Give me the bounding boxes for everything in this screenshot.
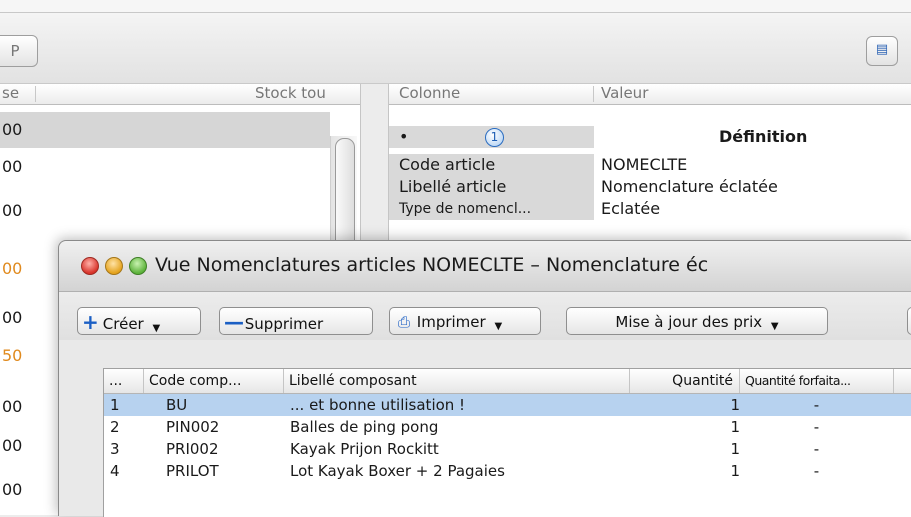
components-table: ... Code comp... Libellé composant Quant… bbox=[103, 368, 911, 517]
chevron-down-icon: ▼ bbox=[494, 321, 503, 332]
column-header-code[interactable]: Code comp... bbox=[144, 369, 284, 393]
cell-code: PRI002 bbox=[166, 440, 219, 458]
column-separator bbox=[35, 86, 36, 102]
number-badge-icon: 1 bbox=[485, 128, 504, 147]
print-button-label: Imprimer bbox=[416, 313, 486, 331]
property-key: Type de nomencl... bbox=[389, 198, 594, 220]
property-value: Nomenclature éclatée bbox=[601, 177, 778, 196]
column-separator bbox=[593, 86, 594, 102]
column-header-libelle[interactable]: Libellé composant bbox=[284, 369, 630, 393]
property-value: NOMECLTE bbox=[601, 155, 688, 174]
window-titlebar[interactable]: Vue Nomenclatures articles NOMECLTE – No… bbox=[59, 241, 911, 292]
cell-code: PIN002 bbox=[166, 418, 220, 436]
cell-quantite-forfait: - bbox=[813, 418, 820, 436]
nomenclature-window: Vue Nomenclatures articles NOMECLTE – No… bbox=[58, 240, 911, 517]
window-title: Vue Nomenclatures articles NOMECLTE – No… bbox=[155, 254, 709, 276]
chevron-down-icon: ▼ bbox=[152, 323, 161, 334]
cell-num: 2 bbox=[110, 418, 120, 436]
left-list-value: 00 bbox=[2, 157, 23, 176]
property-section-row[interactable]: • 1 Définition bbox=[389, 126, 911, 148]
property-row[interactable]: Type de nomencl... Eclatée bbox=[389, 198, 911, 220]
chevron-down-icon: ▼ bbox=[770, 321, 779, 332]
left-list-header-col1[interactable]: se bbox=[2, 84, 19, 102]
cell-libelle: Kayak Prijon Rockitt bbox=[290, 440, 439, 458]
left-list-value: 00 bbox=[2, 120, 23, 139]
create-button[interactable]: + Créer ▼ bbox=[77, 307, 201, 335]
update-prices-button[interactable]: Mise à jour des prix ▼ bbox=[566, 307, 828, 335]
minus-icon: — bbox=[224, 310, 244, 334]
section-title: Définition bbox=[719, 127, 808, 146]
left-list-value: 00 bbox=[2, 480, 23, 499]
table-row[interactable]: 2 PIN002 Balles de ping pong 1 - bbox=[104, 416, 911, 438]
column-header-quantite-forfait[interactable]: Quantité forfaita... bbox=[740, 369, 894, 393]
column-header-index[interactable]: ... bbox=[104, 369, 144, 393]
cell-libelle: ... et bonne utilisation ! bbox=[290, 396, 466, 414]
table-row[interactable]: 1 BU ... et bonne utilisation ! 1 - bbox=[104, 394, 911, 416]
left-list-header: se Stock tou bbox=[0, 84, 360, 105]
property-key: Libellé article bbox=[389, 176, 594, 198]
background-p-button[interactable]: P bbox=[0, 35, 38, 67]
property-key: Code article bbox=[389, 154, 594, 176]
plus-icon: + bbox=[82, 310, 99, 334]
cell-code: BU bbox=[166, 396, 188, 414]
cell-num: 4 bbox=[110, 462, 120, 480]
left-list-header-col2[interactable]: Stock tou bbox=[255, 84, 326, 102]
left-list-row[interactable]: 00 bbox=[0, 196, 330, 226]
left-list-row[interactable]: 00 bbox=[0, 149, 330, 185]
toolbar-overflow-button[interactable] bbox=[907, 307, 911, 335]
update-prices-button-label: Mise à jour des prix bbox=[615, 313, 763, 331]
create-button-label: Créer bbox=[102, 315, 144, 333]
column-header-quantite[interactable]: Quantité bbox=[630, 369, 740, 393]
left-list-value: 00 bbox=[2, 397, 23, 416]
cell-quantite-forfait: - bbox=[813, 462, 820, 480]
left-list-value: 50 bbox=[2, 346, 23, 365]
property-list-header: Colonne Valeur bbox=[389, 84, 911, 105]
zoom-window-icon[interactable] bbox=[129, 257, 147, 275]
left-list-value: 00 bbox=[2, 436, 23, 455]
cell-num: 1 bbox=[110, 396, 120, 414]
property-value: Eclatée bbox=[601, 199, 661, 218]
table-row[interactable]: 3 PRI002 Kayak Prijon Rockitt 1 - bbox=[104, 438, 911, 460]
left-list-value: 00 bbox=[2, 259, 23, 278]
left-list-value: 00 bbox=[2, 308, 23, 327]
window-toolbar: + Créer ▼ — Supprimer ⎙ Imprimer ▼ Mise … bbox=[59, 292, 911, 340]
table-row[interactable]: 4 PRILOT Lot Kayak Boxer + 2 Pagaies 1 - bbox=[104, 460, 911, 482]
background-toolbar: P ▤ bbox=[0, 13, 911, 84]
property-header-valeur[interactable]: Valeur bbox=[601, 84, 648, 102]
cell-code: PRILOT bbox=[166, 462, 219, 480]
delete-button[interactable]: — Supprimer bbox=[219, 307, 373, 335]
left-list-row[interactable]: 00 bbox=[0, 112, 330, 148]
minimize-window-icon[interactable] bbox=[105, 257, 123, 275]
table-header: ... Code comp... Libellé composant Quant… bbox=[104, 369, 911, 394]
property-row[interactable]: Libellé article Nomenclature éclatée bbox=[389, 176, 911, 198]
property-header-colonne[interactable]: Colonne bbox=[399, 84, 460, 102]
cell-num: 3 bbox=[110, 440, 120, 458]
property-list: Colonne Valeur • 1 Définition Code artic… bbox=[388, 84, 911, 244]
close-window-icon[interactable] bbox=[81, 257, 99, 275]
printer-icon: ⎙ bbox=[397, 313, 410, 331]
cell-quantite-forfait: - bbox=[813, 440, 820, 458]
left-list-value: 00 bbox=[2, 201, 23, 220]
view-options-button[interactable]: ▤ bbox=[866, 36, 898, 66]
view-icon: ▤ bbox=[875, 42, 889, 57]
print-button[interactable]: ⎙ Imprimer ▼ bbox=[389, 307, 541, 335]
background-p-button-label: P bbox=[10, 42, 20, 60]
cell-libelle: Balles de ping pong bbox=[290, 418, 439, 436]
cell-quantite-forfait: - bbox=[813, 396, 820, 414]
background-window-top-strip bbox=[0, 0, 911, 13]
cell-libelle: Lot Kayak Boxer + 2 Pagaies bbox=[290, 462, 505, 480]
property-row[interactable]: Code article NOMECLTE bbox=[389, 154, 911, 176]
delete-button-label: Supprimer bbox=[244, 315, 324, 333]
